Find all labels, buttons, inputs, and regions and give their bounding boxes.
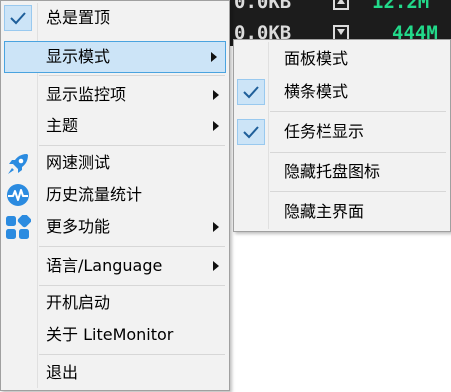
menu-separator	[39, 145, 225, 146]
menu-item-label: 面板模式	[284, 49, 349, 68]
menu-item-label: 退出	[46, 363, 79, 382]
rocket-icon	[8, 154, 28, 174]
upload-arrow-icon	[333, 0, 349, 10]
submenu-item-hide-tray-icon[interactable]: 隐藏托盘图标	[234, 157, 450, 187]
menu-item-more-features[interactable]: 更多功能	[1, 212, 229, 242]
menu-item-monitor-items[interactable]: 显示监控项	[1, 80, 229, 110]
submenu-item-hide-main-window[interactable]: 隐藏主界面	[234, 197, 450, 227]
menu-separator	[39, 246, 225, 247]
check-icon	[237, 79, 265, 105]
menu-item-label: 更多功能	[46, 217, 111, 236]
menu-item-label: 显示监控项	[46, 85, 127, 104]
menu-separator	[270, 152, 446, 153]
menu-item-label: 任务栏显示	[284, 122, 365, 141]
menu-item-label: 主题	[46, 116, 79, 135]
menu-item-display-mode[interactable]: 显示模式	[4, 41, 226, 73]
menu-item-always-on-top[interactable]: 总是置顶	[1, 3, 229, 33]
check-icon	[237, 119, 265, 145]
memory-value-text: 12.2M	[372, 0, 430, 13]
pulse-icon	[7, 184, 29, 206]
menu-separator	[39, 285, 225, 286]
submenu-item-taskbar-display[interactable]: 任务栏显示	[234, 117, 450, 147]
submenu-item-bar-mode[interactable]: 横条模式	[234, 77, 450, 107]
menu-item-autostart[interactable]: 开机启动	[1, 288, 229, 318]
menu-separator	[270, 111, 446, 112]
display-mode-submenu: 面板模式 横条模式 任务栏显示 隐藏托盘图标 隐藏主界面	[233, 39, 451, 232]
menu-item-label: 隐藏主界面	[284, 202, 365, 221]
menu-item-label: 开机启动	[46, 293, 111, 312]
menu-item-about[interactable]: 关于 LiteMonitor	[1, 320, 229, 350]
menu-item-traffic-history[interactable]: 历史流量统计	[1, 180, 229, 210]
menu-item-label: 总是置顶	[46, 8, 111, 27]
check-icon	[4, 5, 32, 31]
menu-item-label: 语言/Language	[46, 256, 163, 275]
submenu-arrow-icon	[213, 90, 219, 100]
menu-separator	[39, 354, 225, 355]
submenu-item-panel-mode[interactable]: 面板模式	[234, 44, 450, 74]
menu-item-label: 隐藏托盘图标	[284, 162, 381, 181]
menu-item-theme[interactable]: 主题	[1, 111, 229, 141]
menu-item-label: 历史流量统计	[46, 185, 143, 204]
upload-speed-text: 0.0KB	[234, 0, 292, 13]
menu-item-speed-test[interactable]: 网速测试	[1, 148, 229, 178]
submenu-arrow-icon	[213, 261, 219, 271]
submenu-arrow-icon	[213, 222, 219, 232]
menu-separator	[39, 75, 225, 76]
menu-item-exit[interactable]: 退出	[1, 358, 229, 388]
menu-item-language[interactable]: 语言/Language	[1, 251, 229, 281]
submenu-arrow-icon	[213, 121, 219, 131]
menu-item-label: 网速测试	[46, 153, 111, 172]
context-menu: 总是置顶 显示模式 显示监控项 主题 网速测试 历史流量统计 更多功能 语言/L…	[0, 0, 230, 391]
submenu-arrow-icon	[211, 52, 217, 62]
menu-separator	[270, 191, 446, 192]
menu-item-label: 横条模式	[284, 82, 349, 101]
menu-item-label: 显示模式	[46, 47, 111, 66]
grid-icon	[6, 215, 31, 239]
menu-item-label: 关于 LiteMonitor	[46, 325, 174, 344]
